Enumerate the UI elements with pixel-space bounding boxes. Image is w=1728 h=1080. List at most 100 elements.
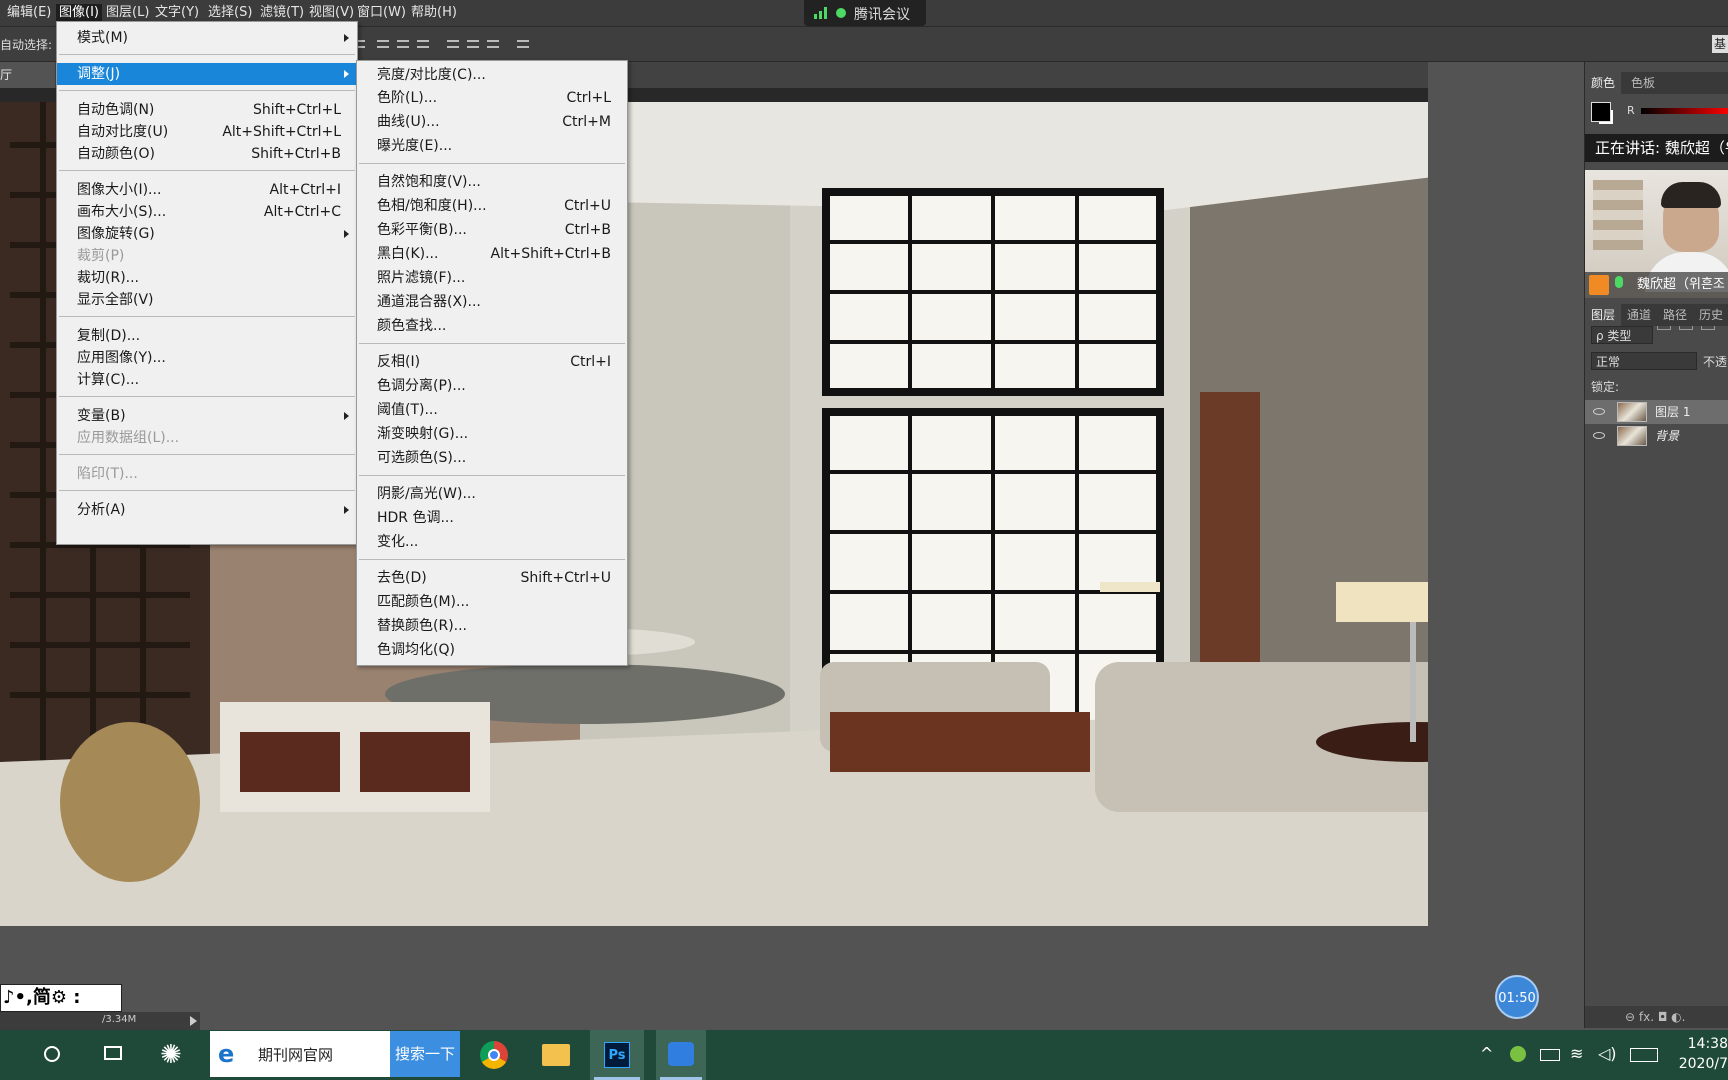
document-tab[interactable]: 厅start.psd [0,62,55,108]
foreground-color-swatch[interactable] [1591,102,1611,122]
tab-layers[interactable]: 图层 [1585,304,1622,326]
menu-item-variables[interactable]: 变量(B) [57,405,357,427]
distribute-icon[interactable] [516,37,530,51]
browser-search-box[interactable]: e 期刊网官网 [210,1031,390,1077]
ime-toolbar[interactable]: ♪•,简⚙ : [0,984,122,1012]
menu-item-auto-tone[interactable]: 自动色调(N) Shift+Ctrl+L [57,99,357,121]
participant-video[interactable]: 魏欣超（위흔조 [1585,170,1728,298]
adj-item-vibrance[interactable]: 自然饱和度(V)... [357,171,627,193]
adj-item-equalize[interactable]: 色调均化(Q) [357,639,627,661]
menu-select[interactable]: 选择(S) [205,4,255,22]
meeting-timer[interactable]: 01:50 [1495,975,1539,1019]
menu-item-trap: 陷印(T)... [77,466,138,482]
adj-item-invert[interactable]: 反相(I) Ctrl+I [357,351,627,373]
menu-item-apply-image[interactable]: 应用图像(Y)... [57,347,357,369]
menu-item-duplicate[interactable]: 复制(D)... [57,325,357,347]
tab-swatches[interactable]: 色板 [1625,72,1661,94]
tencent-meeting-pill[interactable]: 腾讯会议 [804,0,926,26]
app-pinwheel-icon[interactable]: ✺ [156,1030,192,1080]
red-slider[interactable] [1641,108,1728,114]
adj-item-match-color[interactable]: 匹配颜色(M)... [357,591,627,613]
adj-item-hdr-toning[interactable]: HDR 色调... [357,507,627,529]
menu-type[interactable]: 文字(Y) [152,4,202,22]
menu-item-auto-contrast[interactable]: 自动对比度(U) Alt+Shift+Ctrl+L [57,121,357,143]
adj-item-photo-filter[interactable]: 照片滤镜(F)... [357,267,627,289]
tray-clock[interactable]: 14:38 2020/7 [1676,1034,1728,1074]
volume-icon[interactable]: ◁) [1598,1044,1617,1063]
adj-item-brightness-contrast[interactable]: 亮度/对比度(C)... [357,64,627,86]
adj-item-levels[interactable]: 色阶(L)... Ctrl+L [357,87,627,109]
adj-item-black-white[interactable]: 黑白(K)... Alt+Shift+Ctrl+B [357,243,627,265]
tray-app-icon[interactable] [1510,1046,1526,1062]
align-bottom-edge-icon[interactable] [416,37,430,51]
menu-help[interactable]: 帮助(H) [408,4,460,22]
adj-item-selective-color[interactable]: 可选颜色(S)... [357,447,627,469]
visibility-eye-icon[interactable] [1593,408,1605,415]
align-top-icon[interactable] [376,37,390,51]
layer-row[interactable]: 图层 1 [1585,400,1728,424]
tencent-meeting-taskbar-button[interactable] [656,1030,706,1080]
tab-paths[interactable]: 路径 [1657,304,1693,326]
chrome-icon[interactable] [474,1030,514,1080]
align-hcenter-icon[interactable] [466,37,480,51]
tab-history[interactable]: 历史 [1693,304,1728,326]
menu-item-auto-color[interactable]: 自动颜色(O) Shift+Ctrl+B [57,143,357,165]
wifi-icon[interactable]: ≋ [1570,1044,1583,1063]
menu-item-apply-data-set: 应用数据组(L)... [77,430,180,446]
tab-channels[interactable]: 通道 [1621,304,1657,326]
layer-filter-select[interactable]: ρ 类型 [1591,326,1653,344]
adj-item-posterize[interactable]: 色调分离(P)... [357,375,627,397]
menu-item-mode[interactable]: 模式(M) [57,27,357,49]
adj-item-desaturate[interactable]: 去色(D) Shift+Ctrl+U [357,567,627,589]
adj-item-variations[interactable]: 变化... [357,531,627,553]
file-explorer-icon[interactable] [534,1030,578,1080]
start-icon[interactable] [0,1030,16,1080]
menu-window[interactable]: 窗口(W) [354,4,409,22]
menu-item-reveal-all[interactable]: 显示全部(V) [57,289,357,311]
adj-item-threshold[interactable]: 阈值(T)... [357,399,627,421]
task-view-icon[interactable] [96,1030,130,1080]
adj-item-exposure[interactable]: 曝光度(E)... [357,135,627,157]
align-right-icon[interactable] [486,37,500,51]
battery-icon[interactable] [1540,1049,1560,1061]
menu-item-adjustments[interactable]: 调整(J) [57,63,357,85]
adj-item-hue-saturation[interactable]: 色相/饱和度(H)... Ctrl+U [357,195,627,217]
blend-mode-select[interactable]: 正常 [1591,352,1697,370]
menu-item-image-size[interactable]: 图像大小(I)... Alt+Ctrl+I [57,179,357,201]
status-menu-arrow-icon[interactable] [190,1016,197,1026]
menu-item-calculations[interactable]: 计算(C)... [57,369,357,391]
search-button[interactable]: 搜索一下 [390,1031,460,1077]
recording-dot-icon [836,8,846,18]
meeting-title: 腾讯会议 [854,7,910,23]
adj-item-channel-mixer[interactable]: 通道混合器(X)... [357,291,627,313]
tray-chevron-icon[interactable]: ^ [1480,1044,1493,1063]
menu-edit[interactable]: 编辑(E) [4,4,54,22]
menu-image[interactable]: 图像(I) [56,4,102,22]
adj-item-color-balance[interactable]: 色彩平衡(B)... Ctrl+B [357,219,627,241]
cortana-icon[interactable] [36,1030,70,1080]
tab-color[interactable]: 颜色 [1585,72,1622,94]
photoshop-taskbar-button[interactable]: Ps [590,1030,644,1080]
right-panel: 颜色 色板 R 正在讲话: 魏欣超（위 魏欣超（위흔조 图层 通道 路径 历史 … [1584,62,1728,1028]
visibility-eye-icon[interactable] [1593,432,1605,439]
adj-item-curves[interactable]: 曲线(U)... Ctrl+M [357,111,627,133]
menu-item-canvas-size[interactable]: 画布大小(S)... Alt+Ctrl+C [57,201,357,223]
keyboard-icon[interactable] [1630,1048,1658,1062]
layer-row[interactable]: 背景 [1585,424,1728,448]
align-left-icon[interactable] [446,37,460,51]
menu-item-trim[interactable]: 裁切(R)... [57,267,357,289]
menu-item-image-rotation[interactable]: 图像旋转(G) [57,223,357,245]
adj-item-color-lookup[interactable]: 颜色查找... [357,315,627,337]
menu-view[interactable]: 视图(V) [306,4,357,22]
submenu-arrow-icon [344,230,349,238]
align-vcenter-icon[interactable] [396,37,410,51]
layers-panel-footer[interactable]: ⊖ fx. ◘ ◐. [1585,1006,1728,1028]
adj-item-gradient-map[interactable]: 渐变映射(G)... [357,423,627,445]
adj-item-replace-color[interactable]: 替换颜色(R)... [357,615,627,637]
adj-item-shadows-highlights[interactable]: 阴影/高光(W)... [357,483,627,505]
menu-filter[interactable]: 滤镜(T) [257,4,307,22]
workspace-button[interactable]: 基 [1712,35,1728,53]
menu-item-analysis[interactable]: 分析(A) [57,499,357,521]
image-menu: 模式(M) 调整(J) 自动色调(N) Shift+Ctrl+L 自动对比度(U)… [56,21,358,545]
menu-layer[interactable]: 图层(L) [103,4,152,22]
